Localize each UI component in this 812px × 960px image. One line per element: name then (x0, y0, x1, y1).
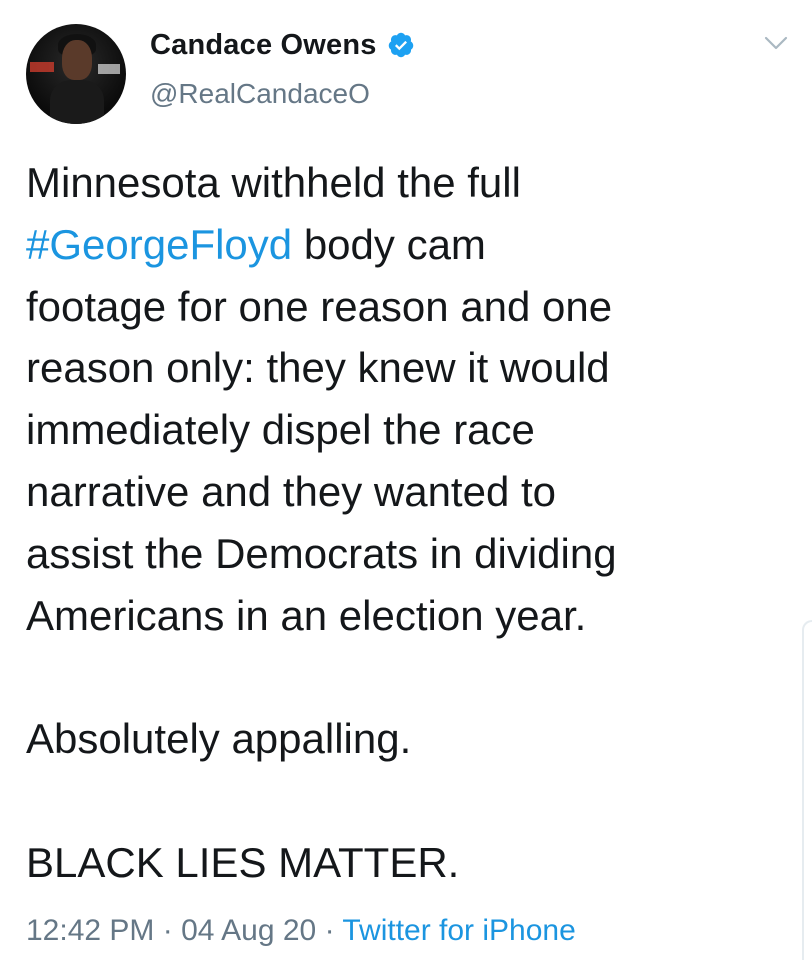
tweet-text: Minnesota withheld the full #GeorgeFloyd… (26, 152, 786, 894)
verified-badge-icon (388, 32, 413, 58)
adjacent-panel-edge (802, 620, 812, 960)
tweet-line: narrative and they wanted to (26, 467, 557, 515)
avatar[interactable] (26, 24, 126, 124)
avatar-badge-left (30, 62, 54, 72)
tweet-paragraph: BLACK LIES MATTER. (26, 838, 460, 886)
tweet-source-link[interactable]: Twitter for iPhone (342, 914, 575, 947)
paragraph-break (26, 646, 786, 708)
tweet-line: footage for one reason and one (26, 282, 613, 330)
meta-separator: · (316, 914, 343, 947)
paragraph-break (26, 770, 786, 832)
meta-separator: · (154, 914, 182, 947)
tweet-line: #GeorgeFloyd body cam (26, 220, 486, 268)
tweet-paragraph: Absolutely appalling. (26, 715, 412, 763)
avatar-face (62, 40, 92, 80)
avatar-body (50, 80, 104, 124)
tweet-date[interactable]: 04 Aug 20 (181, 914, 316, 947)
tweet-line: immediately dispel the race (26, 406, 535, 454)
tweet-meta: 12:42 PM · 04 Aug 20 · Twitter for iPhon… (26, 914, 576, 948)
chevron-down-icon[interactable] (758, 28, 794, 58)
tweet-line: assist the Democrats in dividing (26, 529, 617, 577)
hashtag-link[interactable]: #GeorgeFloyd (26, 221, 292, 268)
avatar-badge-right (98, 64, 120, 74)
author-display-name[interactable]: Candace Owens (150, 29, 377, 62)
author-name-row[interactable]: Candace Owens (150, 26, 415, 64)
tweet-line: Americans in an election year. (26, 591, 587, 639)
tweet-card: Candace Owens @RealCandaceO Minnesota wi… (0, 0, 812, 960)
tweet-line: Minnesota withheld the full (26, 159, 521, 206)
author-handle[interactable]: @RealCandaceO (150, 78, 370, 110)
tweet-time[interactable]: 12:42 PM (26, 914, 154, 947)
tweet-line: reason only: they knew it would (26, 344, 610, 392)
